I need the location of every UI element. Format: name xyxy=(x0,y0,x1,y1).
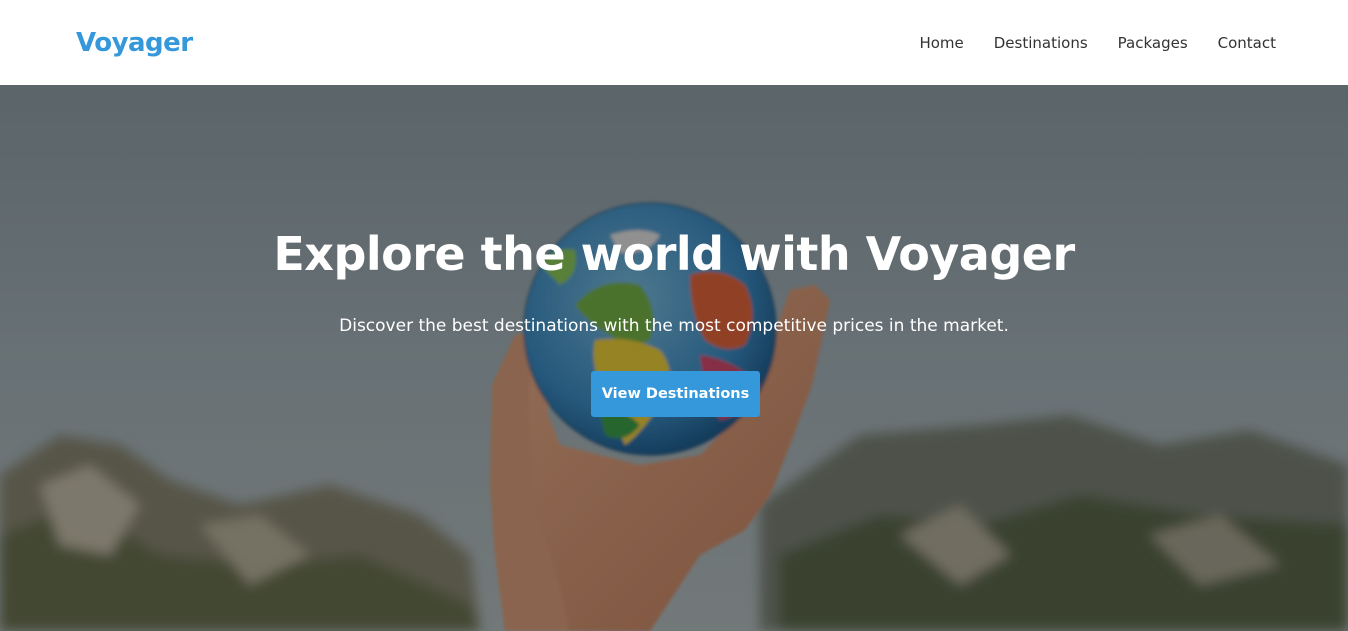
nav-link-packages[interactable]: Packages xyxy=(1118,34,1188,52)
nav-link-home[interactable]: Home xyxy=(919,34,963,52)
navbar: Voyager Home Destinations Packages Conta… xyxy=(0,0,1348,85)
nav-link-contact[interactable]: Contact xyxy=(1218,34,1276,52)
hero-content: Explore the world with Voyager Discover … xyxy=(0,85,1348,631)
nav-link-destinations[interactable]: Destinations xyxy=(994,34,1088,52)
nav-links: Home Destinations Packages Contact xyxy=(919,33,1276,52)
hero-subtitle: Discover the best destinations with the … xyxy=(339,316,1009,336)
hero-section: Explore the world with Voyager Discover … xyxy=(0,85,1348,631)
view-destinations-button[interactable]: View Destinations xyxy=(591,371,760,417)
brand-logo[interactable]: Voyager xyxy=(76,28,193,58)
hero-title: Explore the world with Voyager xyxy=(273,227,1075,281)
